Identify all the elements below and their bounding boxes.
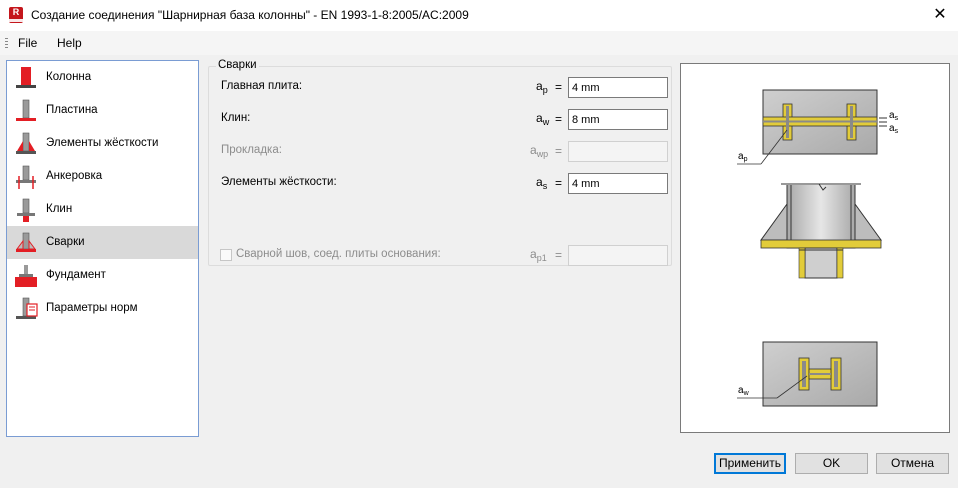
apply-button[interactable]: Применить: [714, 453, 786, 474]
cancel-button[interactable]: Отмена: [876, 453, 949, 474]
stiffeners-icon: [16, 132, 36, 154]
column-icon: [16, 67, 36, 88]
app-icon: R: [9, 7, 23, 23]
shim-symbol: awp: [530, 143, 549, 159]
aw-label: aw: [738, 385, 750, 397]
shim-eq: =: [555, 144, 563, 158]
shim-weld-input[interactable]: [568, 141, 668, 162]
window-title: Создание соединения "Шарнирная база коло…: [31, 8, 469, 22]
base-plate-weld-eq: =: [555, 248, 563, 262]
side-view: [760, 182, 882, 279]
nav-label: Элементы жёсткости: [46, 137, 159, 149]
stiffeners-eq: =: [555, 176, 563, 190]
wedge-symbol: aw: [536, 111, 550, 127]
foundation-icon: [15, 265, 37, 287]
base-plate-weld-symbol: ap1: [530, 247, 547, 263]
section-navigation: Колонна Пластина Элементы жёсткости Анке…: [6, 60, 199, 437]
nav-item-stiffeners[interactable]: Элементы жёсткости: [7, 127, 198, 160]
shim-label: Прокладка:: [221, 144, 282, 156]
as-label-2: as: [889, 123, 899, 135]
welds-icon: [16, 232, 36, 252]
stiffeners-symbol: as: [536, 175, 548, 191]
nav-item-welds[interactable]: Сварки: [7, 226, 198, 259]
ok-button[interactable]: OK: [795, 453, 868, 474]
nav-item-anchorage[interactable]: Анкеровка: [7, 160, 198, 193]
as-label-1: as: [889, 110, 899, 122]
nav-item-column[interactable]: Колонна: [7, 61, 198, 94]
ap-label: ap: [738, 151, 748, 163]
weld-preview-panel: ap as as aw: [680, 63, 950, 433]
anchorage-icon: [16, 165, 36, 189]
app-icon-letter: R: [12, 7, 20, 17]
title-bar: R Создание соединения "Шарнирная база ко…: [0, 0, 958, 31]
welds-group-title: Сварки: [216, 59, 259, 71]
nav-item-code-params[interactable]: Параметры норм: [7, 292, 198, 325]
nav-item-wedge[interactable]: Клин: [7, 193, 198, 226]
stiffeners-label: Элементы жёсткости:: [221, 176, 337, 188]
main-plate-label: Главная плита:: [221, 80, 303, 92]
nav-label: Колонна: [46, 71, 92, 83]
nav-label: Пластина: [46, 104, 98, 116]
nav-label: Сварки: [46, 236, 85, 248]
nav-item-plate[interactable]: Пластина: [7, 94, 198, 127]
wedge-weld-input[interactable]: [568, 109, 668, 130]
nav-item-foundation[interactable]: Фундамент: [7, 259, 198, 292]
base-plate-weld-label: Сварной шов, соед. плиты основания:: [236, 248, 441, 260]
base-plate-weld-input[interactable]: [568, 245, 668, 266]
wedge-icon: [17, 198, 35, 222]
main-plate-eq: =: [555, 80, 563, 94]
menu-grip[interactable]: [5, 38, 8, 48]
plate-icon: [16, 99, 36, 121]
main-plate-weld-input[interactable]: [568, 77, 668, 98]
wedge-eq: =: [555, 112, 563, 126]
menu-bar: File Help: [0, 31, 958, 55]
weld-preview-drawing: ap as as aw: [737, 89, 899, 407]
close-icon[interactable]: ✕: [930, 5, 950, 25]
wedge-label: Клин:: [221, 112, 251, 124]
top-view: [737, 89, 887, 165]
stiffeners-weld-input[interactable]: [568, 173, 668, 194]
nav-label: Параметры норм: [46, 302, 138, 314]
code-params-icon: [16, 297, 38, 319]
nav-label: Анкеровка: [46, 170, 103, 182]
base-plate-weld-checkbox[interactable]: [220, 249, 232, 261]
menu-help[interactable]: Help: [57, 36, 82, 50]
nav-label: Фундамент: [46, 269, 106, 281]
main-plate-symbol: ap: [536, 79, 548, 95]
nav-label: Клин: [46, 203, 73, 215]
menu-file[interactable]: File: [18, 36, 37, 50]
bottom-view: [737, 341, 878, 407]
